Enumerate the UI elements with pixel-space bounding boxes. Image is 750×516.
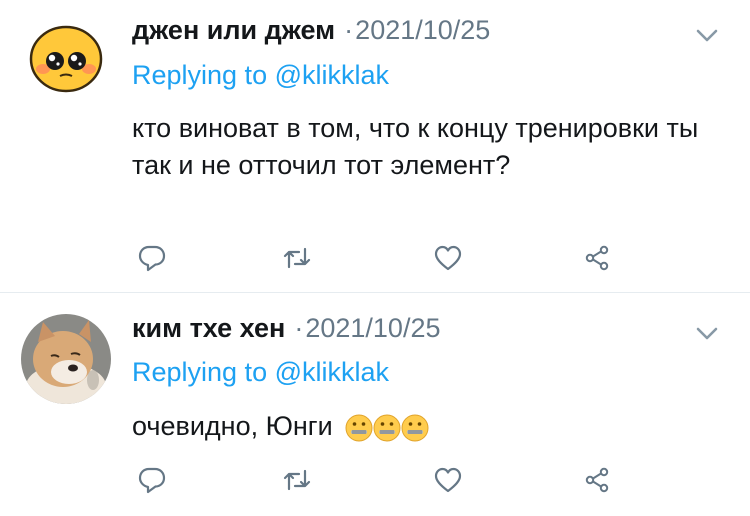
zipper-mouth-face-icon xyxy=(345,414,373,442)
retweet-button[interactable] xyxy=(277,238,317,278)
replying-handle-link[interactable]: @klikklak xyxy=(275,357,389,387)
avatar[interactable] xyxy=(21,13,111,103)
tweet-actions xyxy=(132,460,652,500)
replying-to: Replying to @klikklak xyxy=(132,357,389,388)
retweet-icon xyxy=(283,469,311,491)
tweet-header: ким тхе хен · 2021/10/25 xyxy=(132,313,440,347)
retweet-button[interactable] xyxy=(277,460,317,500)
replying-prefix: Replying to xyxy=(132,60,268,90)
retweet-icon xyxy=(283,247,311,269)
replying-to: Replying to @klikklak xyxy=(132,60,389,91)
separator: · xyxy=(344,15,354,45)
zipper-mouth-face-icon xyxy=(401,414,429,442)
tweet-text-content: очевидно, Юнги xyxy=(132,411,333,441)
share-button[interactable] xyxy=(577,460,617,500)
zipper-mouth-face-icon xyxy=(373,414,401,442)
heart-icon xyxy=(434,245,462,271)
tweet-header: джен или джем · 2021/10/25 xyxy=(132,15,490,49)
timestamp[interactable]: 2021/10/25 xyxy=(355,15,490,46)
avatar[interactable] xyxy=(21,314,111,404)
heart-icon xyxy=(434,467,462,493)
tweet[interactable]: джен или джем · 2021/10/25 Replying to @… xyxy=(0,0,750,293)
share-button[interactable] xyxy=(577,238,617,278)
tweet-text: кто виноват в том, что к концу тренировк… xyxy=(132,113,699,180)
emoji-group xyxy=(344,413,429,443)
reply-icon xyxy=(138,467,166,494)
like-button[interactable] xyxy=(428,238,468,278)
reply-button[interactable] xyxy=(132,238,172,278)
tweet-text: очевидно, Юнги xyxy=(132,408,712,445)
replying-handle-link[interactable]: @klikklak xyxy=(275,60,389,90)
share-icon xyxy=(585,245,609,271)
separator: · xyxy=(294,313,304,343)
timestamp[interactable]: 2021/10/25 xyxy=(305,313,440,344)
display-name[interactable]: ким тхе хен xyxy=(132,313,285,344)
like-button[interactable] xyxy=(428,460,468,500)
reply-button[interactable] xyxy=(132,460,172,500)
chevron-down-icon[interactable] xyxy=(694,320,720,346)
reply-icon xyxy=(138,245,166,272)
tweet[interactable]: ким тхе хен · 2021/10/25 Replying to @kl… xyxy=(0,294,750,516)
cute-face-avatar-image xyxy=(21,13,111,103)
tweet-actions xyxy=(132,238,652,278)
shiba-dog-avatar-image xyxy=(21,314,111,404)
chevron-down-icon[interactable] xyxy=(694,22,720,48)
share-icon xyxy=(585,467,609,493)
display-name[interactable]: джен или джем xyxy=(132,15,335,46)
replying-prefix: Replying to xyxy=(132,357,268,387)
